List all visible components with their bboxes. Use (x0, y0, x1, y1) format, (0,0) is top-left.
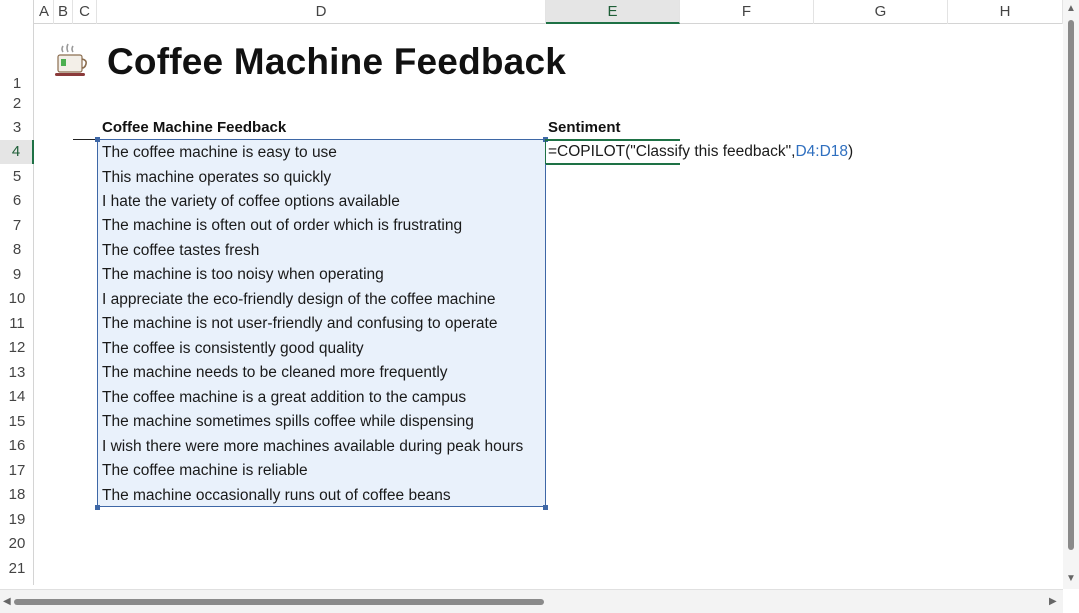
row-header-4[interactable]: 4 (0, 140, 34, 164)
column-header-bar: A B C D E F G H (0, 0, 1063, 24)
column-header-c[interactable]: C (73, 0, 97, 24)
range-handle-top-left[interactable] (95, 137, 100, 142)
row-header-9[interactable]: 9 (0, 263, 34, 287)
row-header-10[interactable]: 10 (0, 287, 34, 311)
row-header-13[interactable]: 13 (0, 361, 34, 385)
row-header-21[interactable]: 21 (0, 557, 34, 581)
row-header-2[interactable]: 2 (0, 92, 34, 116)
feedback-cell-d10[interactable]: I appreciate the eco-friendly design of … (102, 291, 496, 309)
column-header-h[interactable]: H (948, 0, 1063, 24)
select-all-corner[interactable] (0, 0, 34, 24)
vertical-scroll-thumb[interactable] (1068, 20, 1074, 550)
horizontal-scroll-thumb[interactable] (14, 599, 544, 605)
column-header-a[interactable]: A (35, 0, 54, 24)
feedback-cell-d13[interactable]: The machine needs to be cleaned more fre… (102, 364, 448, 382)
row-header-20[interactable]: 20 (0, 532, 34, 556)
row-header-8[interactable]: 8 (0, 238, 34, 262)
range-handle-bottom-left[interactable] (95, 505, 100, 510)
feedback-cell-d12[interactable]: The coffee is consistently good quality (102, 340, 364, 358)
horizontal-scrollbar[interactable]: ◀ ▶ (0, 589, 1063, 613)
feedback-cell-d14[interactable]: The coffee machine is a great addition t… (102, 389, 466, 407)
column-header-d[interactable]: D (97, 0, 546, 24)
row-header-18[interactable]: 18 (0, 483, 34, 507)
row-header-6[interactable]: 6 (0, 189, 34, 213)
row-header-19[interactable]: 19 (0, 508, 34, 532)
column-header-b[interactable]: B (54, 0, 73, 24)
formula-range-reference: D4:D18 (795, 143, 849, 160)
column-header-f[interactable]: F (680, 0, 814, 24)
scroll-left-icon[interactable]: ◀ (3, 597, 11, 607)
feedback-cell-d5[interactable]: This machine operates so quickly (102, 169, 331, 187)
row-header-16[interactable]: 16 (0, 434, 34, 458)
column-header-g[interactable]: G (814, 0, 948, 24)
feedback-cell-d18[interactable]: The machine occasionally runs out of cof… (102, 487, 451, 505)
feedback-cell-d8[interactable]: The coffee tastes fresh (102, 242, 259, 260)
vertical-scrollbar[interactable]: ▲ ▼ (1063, 0, 1079, 589)
feedback-cell-d6[interactable]: I hate the variety of coffee options ava… (102, 193, 400, 211)
row-header-12[interactable]: 12 (0, 336, 34, 360)
feedback-cell-d16[interactable]: I wish there were more machines availabl… (102, 438, 523, 456)
row-header-14[interactable]: 14 (0, 385, 34, 409)
formula-text[interactable]: =COPILOT("Classify this feedback",D4:D18… (548, 143, 853, 161)
range-handle-bottom-right[interactable] (543, 505, 548, 510)
row-header-15[interactable]: 15 (0, 410, 34, 434)
formula-prefix: =COPILOT("Classify this feedback", (548, 143, 796, 160)
row-header-7[interactable]: 7 (0, 214, 34, 238)
scroll-right-icon[interactable]: ▶ (1049, 597, 1057, 607)
row-header-5[interactable]: 5 (0, 165, 34, 189)
row-header-bar: 1 2 3 4 5 6 7 8 9 10 11 12 13 14 15 16 1… (0, 24, 34, 585)
formula-suffix: ) (848, 143, 854, 160)
sentiment-column-header[interactable]: Sentiment (548, 119, 621, 136)
feedback-cell-d17[interactable]: The coffee machine is reliable (102, 462, 308, 480)
feedback-cell-d7[interactable]: The machine is often out of order which … (102, 217, 462, 235)
cell-border-c3 (73, 139, 97, 140)
column-header-e[interactable]: E (546, 0, 680, 24)
row-header-11[interactable]: 11 (0, 312, 34, 336)
feedback-cell-d11[interactable]: The machine is not user-friendly and con… (102, 315, 497, 333)
sheet-title: Coffee Machine Feedback (107, 41, 567, 82)
feedback-cell-d15[interactable]: The machine sometimes spills coffee whil… (102, 413, 474, 431)
row-header-3[interactable]: 3 (0, 116, 34, 140)
feedback-column-header[interactable]: Coffee Machine Feedback (102, 119, 286, 136)
scroll-down-icon[interactable]: ▼ (1066, 574, 1076, 584)
feedback-cell-d9[interactable]: The machine is too noisy when operating (102, 266, 384, 284)
coffee-cup-icon (55, 43, 87, 76)
scroll-up-icon[interactable]: ▲ (1066, 4, 1076, 14)
row-header-17[interactable]: 17 (0, 459, 34, 483)
feedback-cell-d4[interactable]: The coffee machine is easy to use (102, 144, 337, 162)
